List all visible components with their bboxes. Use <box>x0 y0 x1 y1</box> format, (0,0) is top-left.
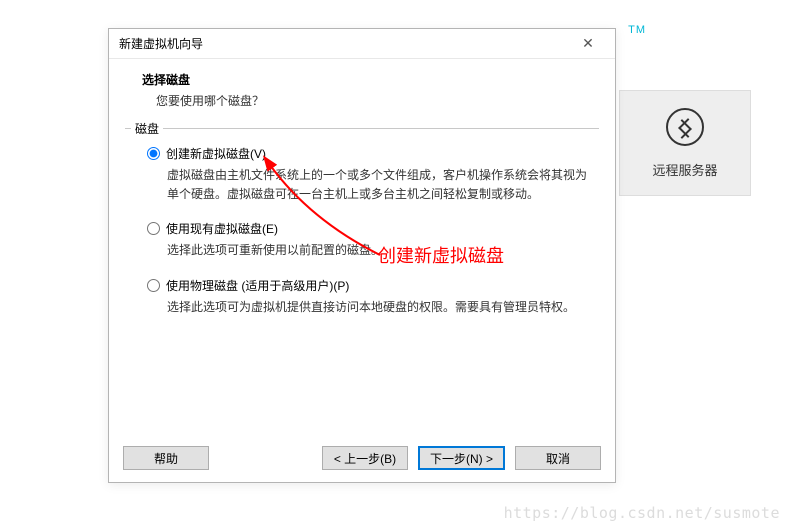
radio-create-new-disk-input[interactable] <box>147 147 160 160</box>
header-title: 选择磁盘 <box>142 71 595 88</box>
radio-use-existing-disk-row[interactable]: 使用现有虚拟磁盘(E) <box>147 220 589 237</box>
close-button[interactable]: ✕ <box>571 33 605 55</box>
groupbox-label: 磁盘 <box>131 120 163 137</box>
cancel-button[interactable]: 取消 <box>515 446 601 470</box>
radio-option-desc: 选择此选项可重新使用以前配置的磁盘。 <box>147 237 589 260</box>
radio-option-label: 创建新虚拟磁盘(V) <box>166 145 266 162</box>
radio-use-existing-disk-input[interactable] <box>147 222 160 235</box>
remote-server-panel[interactable]: 远程服务器 <box>619 90 751 196</box>
dialog-header: 选择磁盘 您要使用哪个磁盘？ <box>109 59 615 123</box>
radio-option-desc: 虚拟磁盘由主机文件系统上的一个或多个文件组成，客户机操作系统会将其视为单个硬盘。… <box>147 162 589 204</box>
radio-option-label: 使用现有虚拟磁盘(E) <box>166 220 278 237</box>
radio-use-physical-disk-row[interactable]: 使用物理磁盘 (适用于高级用户)(P) <box>147 277 589 294</box>
radio-use-physical-disk: 使用物理磁盘 (适用于高级用户)(P) 选择此选项可为虚拟机提供直接访问本地硬盘… <box>147 277 589 317</box>
dialog-title: 新建虚拟机向导 <box>119 35 203 52</box>
radio-option-desc: 选择此选项可为虚拟机提供直接访问本地硬盘的权限。需要具有管理员特权。 <box>147 294 589 317</box>
disk-radio-group: 创建新虚拟磁盘(V) 虚拟磁盘由主机文件系统上的一个或多个文件组成，客户机操作系… <box>125 129 599 343</box>
radio-option-label: 使用物理磁盘 (适用于高级用户)(P) <box>166 277 349 294</box>
radio-create-new-disk-row[interactable]: 创建新虚拟磁盘(V) <box>147 145 589 162</box>
back-button[interactable]: < 上一步(B) <box>322 446 408 470</box>
titlebar: 新建虚拟机向导 ✕ <box>109 29 615 59</box>
help-button[interactable]: 帮助 <box>123 446 209 470</box>
watermark: https://blog.csdn.net/susmote <box>504 504 780 522</box>
new-vm-wizard-dialog: 新建虚拟机向导 ✕ 选择磁盘 您要使用哪个磁盘？ 磁盘 创建新虚拟磁盘(V) 虚… <box>108 28 616 483</box>
remote-server-label: 远程服务器 <box>652 160 717 179</box>
radio-use-physical-disk-input[interactable] <box>147 279 160 292</box>
disk-groupbox: 磁盘 创建新虚拟磁盘(V) 虚拟磁盘由主机文件系统上的一个或多个文件组成，客户机… <box>125 128 599 343</box>
header-subtitle: 您要使用哪个磁盘？ <box>142 92 595 109</box>
radio-create-new-disk: 创建新虚拟磁盘(V) 虚拟磁盘由主机文件系统上的一个或多个文件组成，客户机操作系… <box>147 145 589 204</box>
button-row: 帮助 < 上一步(B) 下一步(N) > 取消 <box>109 446 615 470</box>
radio-use-existing-disk: 使用现有虚拟磁盘(E) 选择此选项可重新使用以前配置的磁盘。 <box>147 220 589 260</box>
remote-connect-icon <box>666 108 704 146</box>
next-button[interactable]: 下一步(N) > <box>418 446 505 470</box>
tm-mark: TM <box>628 24 646 36</box>
close-icon: ✕ <box>582 35 594 52</box>
